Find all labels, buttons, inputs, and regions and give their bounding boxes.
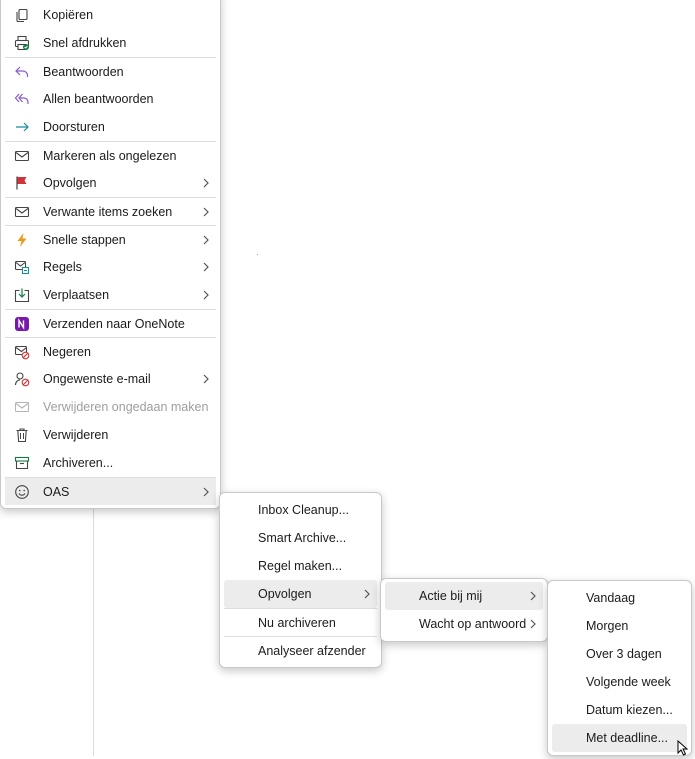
- menu-item-label: Ongewenste e-mail: [43, 372, 151, 386]
- menu-item-label: Markeren als ongelezen: [43, 148, 177, 163]
- menu-item-inbox-cleanup[interactable]: Inbox Cleanup...: [224, 496, 377, 524]
- menu-item-quick-print[interactable]: Snel afdrukken: [5, 29, 216, 57]
- menu-item-label: Beantwoorden: [43, 64, 124, 79]
- menu-item-oas[interactable]: OAS: [5, 477, 216, 505]
- menu-item-waiting-reply[interactable]: Wacht op antwoord: [385, 610, 543, 638]
- chevron-right-icon: [527, 589, 539, 603]
- menu-item-label: Analyseer afzender: [258, 643, 366, 658]
- chevron-right-icon: [200, 485, 212, 499]
- menu-item-with-deadline[interactable]: Met deadline...: [552, 724, 687, 752]
- archive-icon: [14, 455, 30, 471]
- menu-item-rules[interactable]: Regels: [5, 253, 216, 281]
- menu-item-archive[interactable]: Archiveren...: [5, 449, 216, 477]
- move-icon: [14, 287, 30, 303]
- menu-item-label: Met deadline...: [586, 731, 668, 745]
- menu-item-junk[interactable]: Ongewenste e-mail: [5, 365, 216, 393]
- menu-item-tomorrow[interactable]: Morgen: [552, 612, 687, 640]
- reply-all-icon: [14, 91, 30, 107]
- menu-item-label: Negeren: [43, 344, 91, 359]
- menu-item-related-items[interactable]: Verwante items zoeken: [5, 197, 216, 225]
- menu-item-copy[interactable]: Kopiëren: [5, 1, 216, 29]
- menu-item-label: Verwijderen: [43, 428, 109, 442]
- follow-up-submenu: Actie bij mij Wacht op antwoord: [380, 578, 548, 642]
- menu-item-label: Morgen: [586, 619, 629, 633]
- menu-item-forward[interactable]: Doorsturen: [5, 113, 216, 141]
- chevron-right-icon: [200, 233, 212, 247]
- menu-item-label: Opvolgen: [258, 587, 312, 601]
- menu-item-label: Snel afdrukken: [43, 36, 127, 50]
- menu-item-label: Verplaatsen: [43, 288, 110, 302]
- copy-icon: [14, 7, 30, 23]
- menu-item-archive-now[interactable]: Nu archiveren: [224, 608, 377, 636]
- action-date-submenu: Vandaag Morgen Over 3 dagen Volgende wee…: [547, 580, 692, 756]
- smiley-icon: [14, 484, 30, 500]
- menu-item-label: Archiveren...: [43, 456, 114, 470]
- undo-delete-icon: [14, 399, 30, 415]
- menu-item-move[interactable]: Verplaatsen: [5, 281, 216, 309]
- chevron-right-icon: [361, 587, 373, 601]
- menu-item-label: Inbox Cleanup...: [258, 503, 350, 517]
- menu-item-label: Doorsturen: [43, 120, 105, 134]
- menu-item-mark-unread[interactable]: Markeren als ongelezen: [5, 141, 216, 169]
- menu-item-label: Allen beantwoorden: [43, 92, 154, 106]
- menu-item-quick-steps[interactable]: Snelle stappen: [5, 225, 216, 253]
- menu-item-next-week[interactable]: Volgende week: [552, 668, 687, 696]
- onenote-icon: [14, 316, 30, 332]
- menu-item-ignore[interactable]: Negeren: [5, 337, 216, 365]
- menu-item-label: OAS: [43, 484, 70, 499]
- background-speck: [257, 254, 258, 255]
- menu-item-label: Wacht op antwoord: [419, 617, 527, 631]
- pane-divider: [93, 500, 94, 756]
- chevron-right-icon: [527, 617, 539, 631]
- context-menu: Kopiëren Snel afdrukken Beantwoorden All…: [0, 0, 221, 509]
- envelope-icon: [14, 148, 30, 164]
- oas-submenu: Inbox Cleanup... Smart Archive... Regel …: [219, 492, 382, 668]
- flag-icon: [14, 175, 30, 191]
- reply-icon: [14, 64, 30, 80]
- menu-item-label: Verwijderen ongedaan maken: [43, 400, 209, 414]
- menu-item-reply-all[interactable]: Allen beantwoorden: [5, 85, 216, 113]
- menu-item-analyze-sender[interactable]: Analyseer afzender: [224, 636, 377, 664]
- chevron-right-icon: [200, 372, 212, 386]
- menu-item-smart-archive[interactable]: Smart Archive...: [224, 524, 377, 552]
- junk-icon: [14, 371, 30, 387]
- menu-item-today[interactable]: Vandaag: [552, 584, 687, 612]
- mouse-cursor-icon: [677, 739, 691, 756]
- menu-item-label: Regel maken...: [258, 559, 343, 573]
- menu-item-label: Verwante items zoeken: [43, 204, 173, 219]
- forward-icon: [14, 119, 30, 135]
- menu-item-in-3-days[interactable]: Over 3 dagen: [552, 640, 687, 668]
- menu-item-send-onenote[interactable]: Verzenden naar OneNote: [5, 309, 216, 337]
- menu-item-label: Actie bij mij: [419, 589, 483, 603]
- menu-item-label: Regels: [43, 260, 82, 274]
- quick-print-icon: [14, 35, 30, 51]
- rules-icon: [14, 259, 30, 275]
- menu-item-label: Opvolgen: [43, 176, 97, 190]
- menu-item-label: Datum kiezen...: [586, 703, 673, 717]
- menu-item-follow-up[interactable]: Opvolgen: [5, 169, 216, 197]
- envelope-icon: [14, 204, 30, 220]
- menu-item-undo-delete: Verwijderen ongedaan maken: [5, 393, 216, 421]
- menu-item-label: Verzenden naar OneNote: [43, 316, 185, 331]
- chevron-right-icon: [200, 288, 212, 302]
- menu-item-reply[interactable]: Beantwoorden: [5, 57, 216, 85]
- chevron-right-icon: [200, 205, 212, 219]
- menu-item-action-for-me[interactable]: Actie bij mij: [385, 582, 543, 610]
- menu-item-pick-date[interactable]: Datum kiezen...: [552, 696, 687, 724]
- chevron-right-icon: [200, 176, 212, 190]
- ignore-icon: [14, 344, 30, 360]
- menu-item-label: Nu archiveren: [258, 615, 336, 630]
- menu-item-label: Vandaag: [586, 591, 636, 605]
- trash-icon: [14, 427, 30, 443]
- lightning-icon: [14, 232, 30, 248]
- menu-item-oas-follow-up[interactable]: Opvolgen: [224, 580, 377, 608]
- menu-item-label: Smart Archive...: [258, 531, 347, 545]
- menu-item-create-rule[interactable]: Regel maken...: [224, 552, 377, 580]
- menu-item-delete[interactable]: Verwijderen: [5, 421, 216, 449]
- menu-item-label: Snelle stappen: [43, 232, 126, 247]
- menu-item-label: Over 3 dagen: [586, 647, 662, 661]
- menu-item-label: Volgende week: [586, 675, 671, 689]
- menu-item-label: Kopiëren: [43, 8, 94, 22]
- chevron-right-icon: [200, 260, 212, 274]
